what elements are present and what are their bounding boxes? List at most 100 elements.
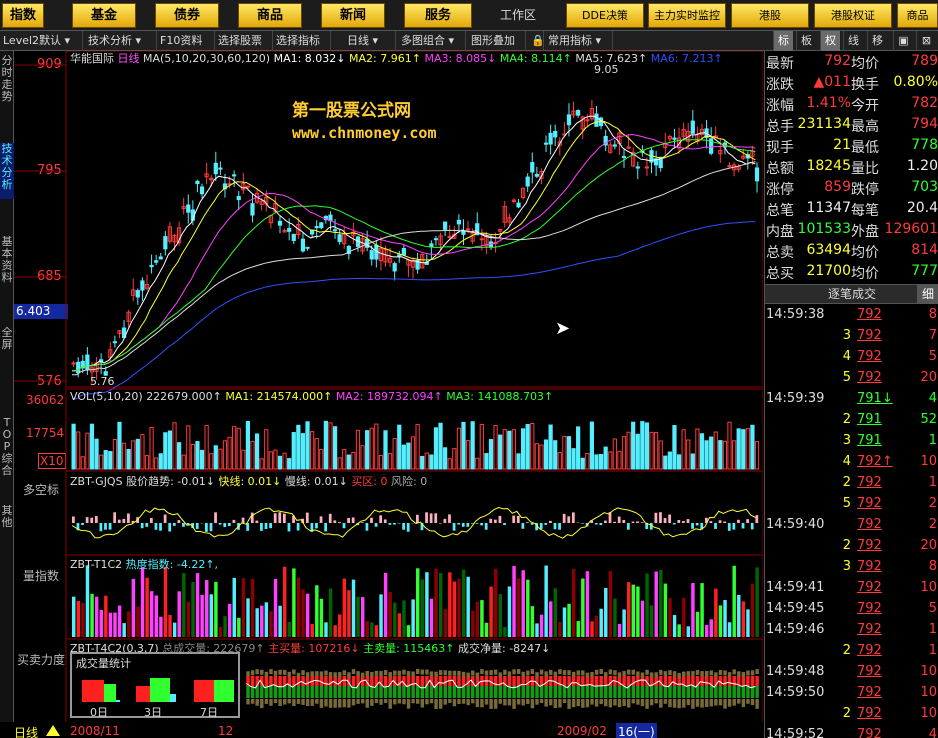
window-icon[interactable]: ▣ <box>893 31 913 51</box>
force-bar <box>434 699 438 709</box>
period-indicator[interactable]: 日线 <box>14 724 38 738</box>
candle-body <box>576 110 581 116</box>
force-bar <box>438 676 443 686</box>
nav-fund[interactable]: 基金 <box>72 3 136 28</box>
heat-bar <box>686 626 691 637</box>
force-bar <box>516 669 521 675</box>
tab-board[interactable]: 板 <box>796 31 816 51</box>
gjqs-bar <box>319 516 323 523</box>
force-bar <box>709 699 713 707</box>
heat-bar <box>328 588 333 637</box>
force-bar <box>255 669 259 675</box>
toolbar-overlay[interactable]: 图形叠加 <box>468 31 526 51</box>
t4c2-main-buy: 主买量: 107216↓ <box>268 642 360 655</box>
hk-warrant-button[interactable]: 港股权证 <box>814 3 892 28</box>
gjqs-bar <box>503 523 506 525</box>
heat-bar <box>425 572 429 637</box>
gjqs-bar <box>613 521 616 523</box>
force-bar <box>539 699 544 704</box>
gjqs-bar <box>691 523 694 529</box>
toolbar-common[interactable]: 常用指标 ▾ <box>545 31 613 51</box>
candle-body <box>163 236 168 250</box>
volume-bar <box>525 424 530 470</box>
nav-service[interactable]: 服务 <box>404 3 472 28</box>
force-bar <box>755 699 759 709</box>
force-bar <box>324 699 328 707</box>
lock-icon[interactable]: 🔒 <box>528 31 544 51</box>
monitor-button[interactable]: 主力实时监控 <box>648 3 726 28</box>
tab-label[interactable]: 标 <box>773 31 793 51</box>
force-bar <box>516 676 521 686</box>
gjqs-bar <box>562 513 566 523</box>
gjqs-bar <box>558 523 561 530</box>
force-bar <box>315 686 319 698</box>
nav-index[interactable]: 指数 <box>2 3 44 28</box>
heat-bar <box>420 579 425 637</box>
nav-commodity[interactable]: 商品 <box>238 3 302 28</box>
nav-news[interactable]: 新闻 <box>321 3 385 28</box>
tick-volume: 10 <box>920 664 937 679</box>
volume-bar <box>654 431 659 470</box>
triangle-up-icon[interactable] <box>46 725 60 736</box>
force-bar <box>287 686 292 698</box>
volume-bar <box>511 429 517 470</box>
force-bar <box>333 699 337 708</box>
force-bar <box>305 676 310 686</box>
tab-line[interactable]: 线 <box>843 31 863 51</box>
force-bar <box>672 686 677 698</box>
force-bar <box>723 676 727 686</box>
force-bar <box>613 699 617 706</box>
heat-bar <box>535 623 539 637</box>
dde-button[interactable]: DDE决策 <box>566 3 644 28</box>
force-bar <box>617 686 622 698</box>
heat-bar <box>429 598 434 637</box>
heat-bar <box>99 609 103 637</box>
force-bar <box>663 699 668 704</box>
tick-row: 14:59:50 792 10 <box>765 685 938 706</box>
heat-bar <box>480 600 484 637</box>
gjqs-bar <box>709 521 713 523</box>
commodity-button[interactable]: 商品 <box>897 3 938 28</box>
workspace-label[interactable]: 工作区 <box>478 3 558 28</box>
force-bar <box>324 686 328 698</box>
hk-button[interactable]: 港股 <box>731 3 809 28</box>
force-bar <box>383 699 388 704</box>
tick-row: 4 792 5 <box>765 349 938 370</box>
candle-body <box>369 250 374 260</box>
toolbar-tech[interactable]: 技术分析 ▾ <box>85 31 157 51</box>
gjqs-bar <box>718 520 722 523</box>
force-bar <box>695 686 700 698</box>
heat-bar <box>590 621 594 637</box>
force-bar <box>677 699 681 709</box>
tab-move[interactable]: 移 <box>867 31 887 51</box>
toolbar-multi[interactable]: 多图组合 ▾ <box>398 31 466 51</box>
detail-tab[interactable]: 细 <box>917 285 938 303</box>
force-bar <box>562 699 567 704</box>
force-bar <box>484 699 489 705</box>
quote-value: 11347 <box>806 200 851 216</box>
close-icon[interactable]: ⊠ <box>916 31 936 51</box>
force-bar <box>292 669 296 675</box>
tick-price: 792↑ <box>857 454 893 469</box>
force-bar <box>471 699 475 704</box>
toolbar-select-stock[interactable]: 选择股票 <box>215 31 273 51</box>
candle-body <box>543 142 549 145</box>
quote-label: 涨跌 <box>766 77 794 93</box>
force-bar <box>292 699 296 707</box>
quote-label: 今开 <box>851 98 879 114</box>
quote-row: 总卖 63494 均价 814 <box>765 242 938 263</box>
gjqs-bar <box>406 523 410 532</box>
toolbar-f10[interactable]: F10资料 <box>157 31 215 51</box>
gjqs-bar <box>622 520 626 523</box>
tick-row: 5 792 20 <box>765 370 938 391</box>
force-bar <box>695 699 700 707</box>
force-bar <box>562 676 567 686</box>
ticks-header[interactable]: 逐笔成交 细 <box>765 284 938 304</box>
volume-bar <box>158 453 163 470</box>
toolbar-select-indicator[interactable]: 选择指标 <box>273 31 331 51</box>
toolbar-period[interactable]: 日线 ▾ <box>333 31 396 51</box>
heat-bar <box>305 593 310 637</box>
toolbar-level2[interactable]: Level2默认 ▾ <box>0 31 83 51</box>
tab-rights[interactable]: 权 <box>820 31 840 51</box>
nav-bond[interactable]: 债券 <box>155 3 219 28</box>
